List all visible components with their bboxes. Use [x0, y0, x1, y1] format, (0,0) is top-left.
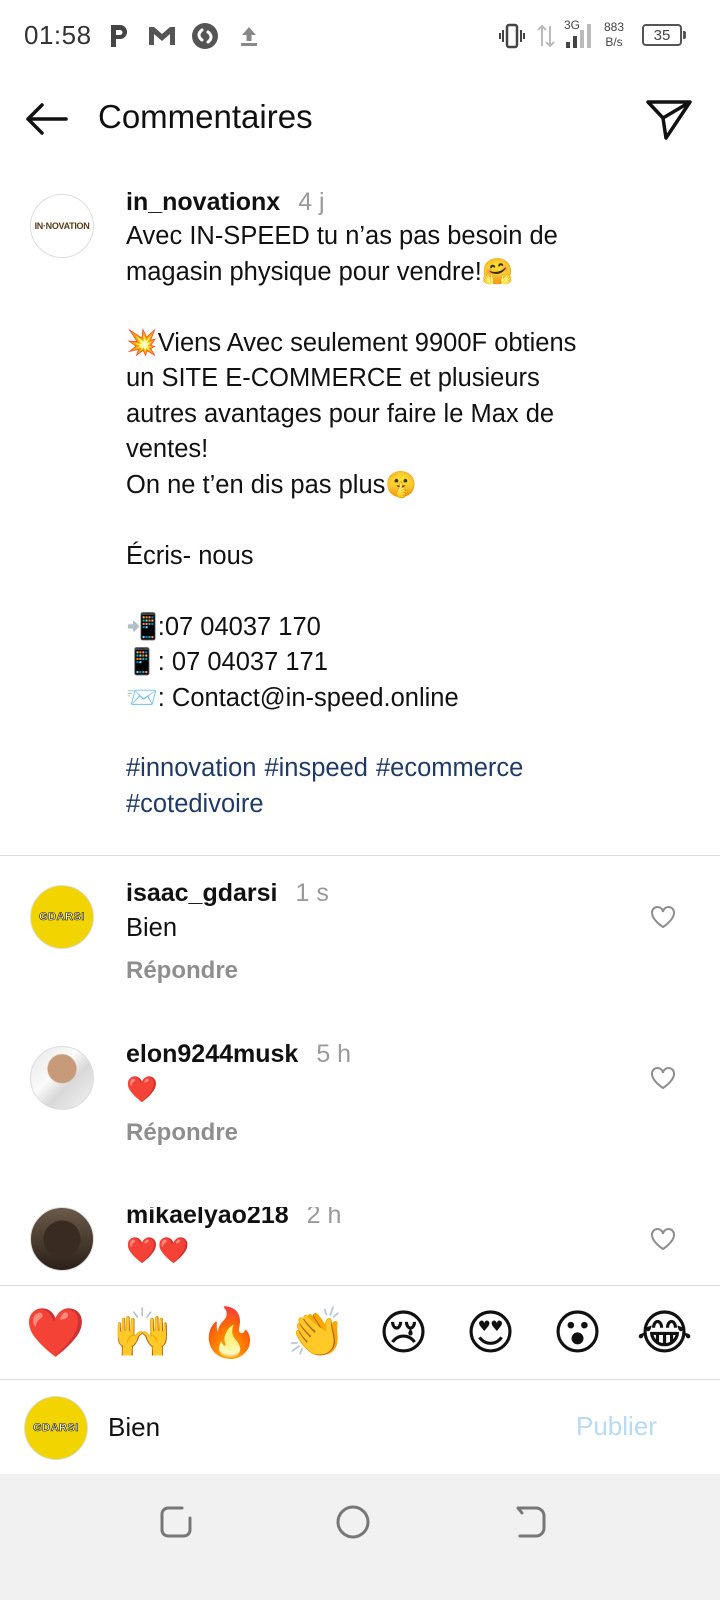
comment-timestamp: 1 s — [295, 879, 329, 907]
like-button[interactable] — [650, 905, 676, 929]
emoji-clap[interactable]: 👏 — [285, 1309, 349, 1357]
caption-text: Avec IN-SPEED tu n’as pas besoin de maga… — [126, 222, 577, 712]
emoji-surprised[interactable]: 😮 — [546, 1309, 610, 1357]
heart-outline-icon — [651, 1067, 675, 1090]
hashtag-link[interactable]: #ecommerce — [376, 754, 523, 782]
vibrate-icon — [498, 20, 526, 52]
divider — [0, 855, 720, 856]
gmail-icon — [146, 20, 178, 52]
avatar[interactable]: IN·NOVATION — [30, 194, 94, 258]
hashtag-link[interactable]: #innovation — [126, 754, 256, 782]
comment-item: mikaelyao218 2 h ❤️❤️ — [0, 1207, 720, 1285]
signal-icon: 3G — [562, 16, 596, 54]
recent-apps-button[interactable] — [158, 1504, 194, 1540]
like-button[interactable] — [650, 1066, 676, 1090]
paper-plane-icon — [646, 100, 692, 140]
upload-icon — [236, 20, 262, 52]
heart-outline-icon — [651, 906, 675, 929]
back-button[interactable] — [22, 94, 72, 144]
status-time: 01:58 — [24, 20, 92, 50]
emoji-reaction-bar: ❤️ 🙌 🔥 👏 😢 😍 😮 😂 — [0, 1285, 720, 1380]
hashtag-link[interactable]: #cotedivoire — [126, 790, 264, 818]
network-type: 3G — [564, 18, 581, 32]
share-button[interactable] — [644, 94, 694, 144]
battery-indicator: 35 — [642, 24, 686, 46]
avatar-logo: IN·NOVATION — [34, 221, 90, 231]
reply-button[interactable]: Répondre — [126, 957, 238, 985]
back-nav-icon — [516, 1506, 546, 1538]
comment-timestamp: 5 h — [316, 1040, 352, 1068]
comment-body: isaac_gdarsi 1 s Bien Répondre — [126, 879, 626, 985]
avatar-logo: GDARSI — [39, 911, 85, 924]
comment-text: Bien — [126, 914, 178, 942]
emoji-heart[interactable]: ❤️ — [24, 1309, 88, 1357]
comment-username[interactable]: elon9244musk — [126, 1040, 298, 1068]
arrow-left-icon — [26, 103, 68, 135]
emoji-raised-hands[interactable]: 🙌 — [111, 1309, 175, 1357]
reply-button[interactable]: Répondre — [126, 1119, 238, 1147]
comment-username[interactable]: mikaelyao218 — [126, 1207, 289, 1229]
comment-item: GDARSI isaac_gdarsi 1 s Bien Répondre — [0, 879, 720, 1035]
comment-text: ❤️❤️ — [126, 1237, 190, 1265]
emoji-tears-of-joy[interactable]: 😂 — [633, 1309, 697, 1357]
page-title: Commentaires — [98, 98, 313, 135]
comment-timestamp: 2 h — [306, 1207, 342, 1229]
data-arrows-icon — [536, 20, 556, 52]
comment-username[interactable]: isaac_gdarsi — [126, 879, 278, 907]
avatar[interactable] — [30, 1046, 94, 1110]
heart-outline-icon — [651, 1228, 675, 1251]
comment-body: elon9244musk 5 h ❤️ Répondre — [126, 1040, 626, 1147]
comment-input[interactable] — [108, 1407, 548, 1447]
emoji-fire[interactable]: 🔥 — [198, 1309, 262, 1357]
home-button[interactable] — [335, 1504, 371, 1540]
hashtags: #innovation #inspeed #ecommerce #cotedivoi… — [126, 751, 666, 822]
caption-body: in_novationx 4 j Avec IN-SPEED tu n’as pa… — [126, 188, 666, 822]
caption-username[interactable]: in_novationx — [126, 188, 280, 216]
avatar[interactable] — [30, 1207, 94, 1271]
status-bar: 01:58 3G 883 B/s 35 — [0, 0, 720, 72]
shazam-icon — [190, 20, 220, 52]
like-button[interactable] — [650, 1227, 676, 1251]
emoji-crying[interactable]: 😢 — [372, 1309, 436, 1357]
comment-body: mikaelyao218 2 h ❤️❤️ — [126, 1207, 626, 1266]
home-circle-icon — [336, 1505, 370, 1539]
avatar[interactable]: GDARSI — [30, 885, 94, 949]
comments-header: Commentaires — [0, 72, 720, 164]
recents-icon — [160, 1506, 192, 1538]
comment-composer: GDARSI Publier — [0, 1381, 720, 1474]
publish-button[interactable]: Publier — [576, 1411, 657, 1442]
avatar: GDARSI — [24, 1396, 88, 1460]
avatar-logo: GDARSI — [33, 1422, 79, 1435]
caption-timestamp: 4 j — [298, 188, 325, 216]
hashtag-link[interactable]: #inspeed — [264, 754, 368, 782]
system-nav-bar — [0, 1474, 720, 1600]
back-nav-button[interactable] — [512, 1504, 548, 1540]
comment-text: ❤️ — [126, 1076, 158, 1104]
comment-item: elon9244musk 5 h ❤️ Répondre — [0, 1040, 720, 1196]
net-speed: 883 B/s — [604, 20, 625, 49]
p-app-icon — [106, 20, 132, 52]
emoji-heart-eyes[interactable]: 😍 — [459, 1309, 523, 1357]
